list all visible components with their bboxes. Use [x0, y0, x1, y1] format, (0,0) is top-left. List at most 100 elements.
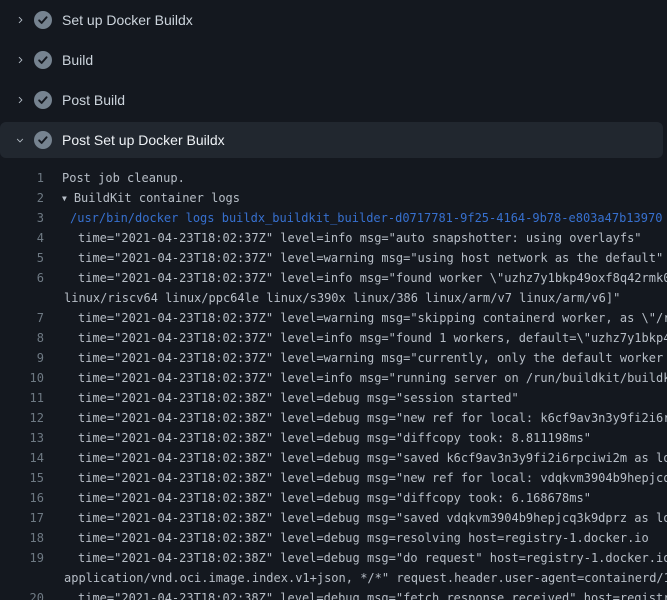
line-number[interactable]: 8: [0, 328, 44, 348]
line-number[interactable]: 19: [0, 548, 44, 568]
log-row: 9 time="2021-04-23T18:02:37Z" level=warn…: [0, 348, 667, 368]
log-row: 18 time="2021-04-23T18:02:38Z" level=deb…: [0, 528, 667, 548]
log-line-text: application/vnd.oci.image.index.v1+json,…: [44, 568, 667, 588]
log-row: 14 time="2021-04-23T18:02:38Z" level=deb…: [0, 448, 667, 468]
line-number[interactable]: 1: [0, 168, 44, 188]
log-row: 2 ▼ BuildKit container logs: [0, 188, 667, 208]
step-title: Post Build: [62, 92, 125, 108]
log-row: application/vnd.oci.image.index.v1+json,…: [0, 568, 667, 588]
log-row: 7 time="2021-04-23T18:02:37Z" level=warn…: [0, 308, 667, 328]
log-row: 11 time="2021-04-23T18:02:38Z" level=deb…: [0, 388, 667, 408]
log-row: 4 time="2021-04-23T18:02:37Z" level=info…: [0, 228, 667, 248]
log-row: 5 time="2021-04-23T18:02:37Z" level=warn…: [0, 248, 667, 268]
log-line-text: time="2021-04-23T18:02:38Z" level=debug …: [44, 448, 667, 468]
log-row: 15 time="2021-04-23T18:02:38Z" level=deb…: [0, 468, 667, 488]
actions-log-viewer: Set up Docker Buildx Build P: [0, 0, 667, 600]
log-line-text: Post job cleanup.: [44, 168, 185, 188]
line-number[interactable]: 12: [0, 408, 44, 428]
step-section-header[interactable]: Build: [0, 40, 667, 80]
log-row: 16 time="2021-04-23T18:02:38Z" level=deb…: [0, 488, 667, 508]
line-number[interactable]: 14: [0, 448, 44, 468]
log-line-text: time="2021-04-23T18:02:38Z" level=debug …: [44, 488, 591, 508]
line-number[interactable]: 20: [0, 588, 44, 600]
log-line-text: time="2021-04-23T18:02:38Z" level=debug …: [44, 408, 667, 428]
log-line-content: time="2021-04-23T18:02:38Z" level=debug …: [78, 391, 519, 405]
line-number[interactable]: 13: [0, 428, 44, 448]
log-row: 12 time="2021-04-23T18:02:38Z" level=deb…: [0, 408, 667, 428]
log-line-text: time="2021-04-23T18:02:37Z" level=info m…: [44, 328, 667, 348]
chevron-right-icon: [12, 52, 28, 68]
log-line-content: time="2021-04-23T18:02:38Z" level=debug …: [78, 531, 649, 545]
step-list: Set up Docker Buildx Build P: [0, 0, 667, 158]
log-line-content: Post job cleanup.: [62, 171, 185, 185]
log-line-text: time="2021-04-23T18:02:37Z" level=info m…: [44, 268, 667, 288]
log-row: 20 time="2021-04-23T18:02:38Z" level=deb…: [0, 588, 667, 600]
log-line-content: time="2021-04-23T18:02:37Z" level=info m…: [78, 271, 667, 285]
log-line-text: time="2021-04-23T18:02:38Z" level=debug …: [44, 468, 667, 488]
log-line-content: time="2021-04-23T18:02:37Z" level=warnin…: [78, 311, 667, 325]
log-line-text: time="2021-04-23T18:02:38Z" level=debug …: [44, 388, 519, 408]
log-line-text: time="2021-04-23T18:02:37Z" level=warnin…: [44, 248, 663, 268]
log-line-content: time="2021-04-23T18:02:38Z" level=debug …: [78, 511, 667, 525]
log-line-content: time="2021-04-23T18:02:38Z" level=debug …: [78, 411, 667, 425]
log-line-text[interactable]: ▼ BuildKit container logs: [44, 188, 240, 208]
log-row: 6 time="2021-04-23T18:02:37Z" level=info…: [0, 268, 667, 288]
caret-down-icon[interactable]: ▼: [62, 189, 67, 209]
line-number[interactable]: 11: [0, 388, 44, 408]
log-row: 17 time="2021-04-23T18:02:38Z" level=deb…: [0, 508, 667, 528]
log-line-content: linux/riscv64 linux/ppc64le linux/s390x …: [64, 291, 620, 305]
step-section-header[interactable]: Set up Docker Buildx: [0, 0, 667, 40]
log-line-content: time="2021-04-23T18:02:37Z" level=warnin…: [78, 351, 667, 365]
log-line-content: /usr/bin/docker logs buildx_buildkit_bui…: [70, 211, 662, 225]
log-row: 19 time="2021-04-23T18:02:38Z" level=deb…: [0, 548, 667, 568]
log-line-content: time="2021-04-23T18:02:38Z" level=debug …: [78, 471, 667, 485]
log-line-content: time="2021-04-23T18:02:37Z" level=info m…: [78, 331, 667, 345]
step-title: Post Set up Docker Buildx: [62, 132, 225, 148]
line-number[interactable]: 3: [0, 208, 44, 228]
line-number[interactable]: 7: [0, 308, 44, 328]
chevron-right-icon: [12, 92, 28, 108]
log-line-content: time="2021-04-23T18:02:37Z" level=info m…: [78, 231, 642, 245]
log-line-content: BuildKit container logs: [74, 191, 240, 205]
log-line-text: time="2021-04-23T18:02:37Z" level=warnin…: [44, 348, 667, 368]
log-row: 13 time="2021-04-23T18:02:38Z" level=deb…: [0, 428, 667, 448]
log-line-text: time="2021-04-23T18:02:38Z" level=debug …: [44, 588, 667, 600]
chevron-down-icon: [12, 132, 28, 148]
line-number[interactable]: 5: [0, 248, 44, 268]
log-row: 3 /usr/bin/docker logs buildx_buildkit_b…: [0, 208, 667, 228]
step-section-header[interactable]: Post Build: [0, 80, 667, 120]
line-number[interactable]: [0, 568, 44, 588]
check-circle-icon: [34, 91, 52, 109]
line-number[interactable]: 17: [0, 508, 44, 528]
check-circle-icon: [34, 51, 52, 69]
line-number[interactable]: 16: [0, 488, 44, 508]
line-number[interactable]: 2: [0, 188, 44, 208]
line-number[interactable]: 9: [0, 348, 44, 368]
line-number[interactable]: [0, 288, 44, 308]
chevron-right-icon: [12, 12, 28, 28]
log-line-content: time="2021-04-23T18:02:37Z" level=info m…: [78, 371, 667, 385]
log-line-text: time="2021-04-23T18:02:37Z" level=info m…: [44, 228, 642, 248]
log-area: 1 Post job cleanup. 2 ▼ BuildKit containe…: [0, 160, 667, 600]
line-number[interactable]: 10: [0, 368, 44, 388]
log-row: 8 time="2021-04-23T18:02:37Z" level=info…: [0, 328, 667, 348]
log-row: 10 time="2021-04-23T18:02:37Z" level=inf…: [0, 368, 667, 388]
log-line-content: time="2021-04-23T18:02:37Z" level=warnin…: [78, 251, 663, 265]
log-line-text: time="2021-04-23T18:02:38Z" level=debug …: [44, 428, 591, 448]
log-line-text: linux/riscv64 linux/ppc64le linux/s390x …: [44, 288, 620, 308]
log-line-content: time="2021-04-23T18:02:38Z" level=debug …: [78, 491, 591, 505]
line-number[interactable]: 4: [0, 228, 44, 248]
log-line-content: time="2021-04-23T18:02:38Z" level=debug …: [78, 551, 667, 565]
line-number[interactable]: 18: [0, 528, 44, 548]
log-line-text: time="2021-04-23T18:02:38Z" level=debug …: [44, 548, 667, 568]
log-line-content: time="2021-04-23T18:02:38Z" level=debug …: [78, 431, 591, 445]
log-line-text: time="2021-04-23T18:02:38Z" level=debug …: [44, 528, 649, 548]
log-row: 1 Post job cleanup.: [0, 168, 667, 188]
line-number[interactable]: 15: [0, 468, 44, 488]
step-section-header[interactable]: Post Set up Docker Buildx: [0, 122, 663, 158]
step-title: Build: [62, 52, 93, 68]
line-number[interactable]: 6: [0, 268, 44, 288]
log-line-content: time="2021-04-23T18:02:38Z" level=debug …: [78, 591, 667, 600]
log-line-content: time="2021-04-23T18:02:38Z" level=debug …: [78, 451, 667, 465]
log-line-content: application/vnd.oci.image.index.v1+json,…: [64, 571, 667, 585]
